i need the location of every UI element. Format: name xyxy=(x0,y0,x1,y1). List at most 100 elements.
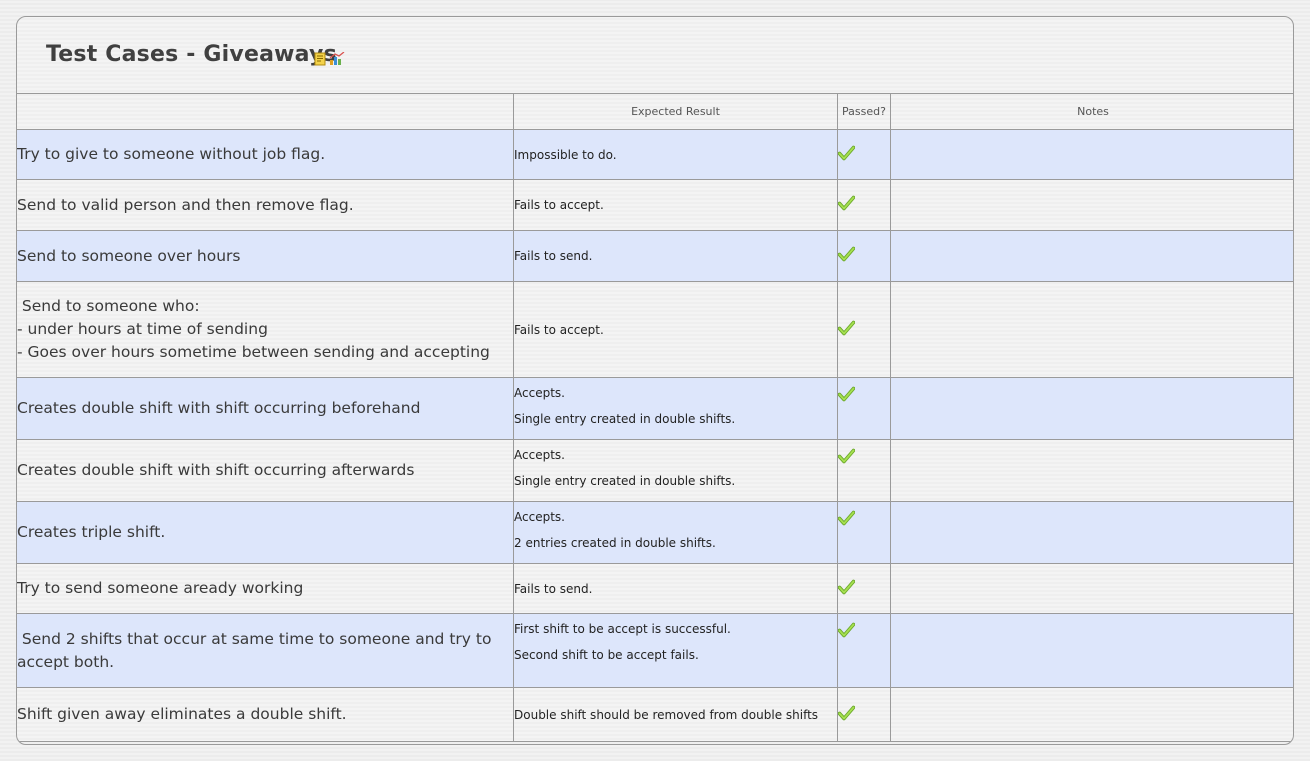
column-header-passed: Passed? xyxy=(837,93,891,130)
passed-cell[interactable] xyxy=(837,377,891,440)
table-row[interactable]: Send to valid person and then remove fla… xyxy=(17,179,1293,231)
expected-result-text: Second shift to be accept fails. xyxy=(514,648,699,662)
title-bar: Test Cases - Giveaways xyxy=(17,17,1293,94)
expected-result-cell[interactable]: Impossible to do. xyxy=(513,129,838,180)
checkmark-icon xyxy=(837,195,856,211)
checkmark-icon xyxy=(837,145,856,161)
test-case-cell[interactable]: Try to give to someone without job flag. xyxy=(17,129,514,180)
expected-result-text: Fails to send. xyxy=(514,249,593,263)
table-row[interactable]: Send to someone who: - under hours at tim… xyxy=(17,281,1293,378)
checkmark-icon xyxy=(837,386,856,402)
table-row[interactable]: Try to give to someone without job flag.… xyxy=(17,129,1293,180)
passed-cell[interactable] xyxy=(837,439,891,502)
passed-cell[interactable] xyxy=(837,129,891,180)
notes-cell[interactable] xyxy=(890,281,1293,378)
test-case-text: - Goes over hours sometime between sendi… xyxy=(17,343,490,361)
expected-result-text: 2 entries created in double shifts. xyxy=(514,536,716,550)
expected-result-cell[interactable]: Accepts. 2 entries created in double shif… xyxy=(513,501,838,564)
test-case-text: Try to give to someone without job flag. xyxy=(17,145,326,163)
table-body: Try to give to someone without job flag.… xyxy=(17,129,1293,742)
expected-result-text: Fails to accept. xyxy=(514,198,604,212)
checkmark-icon xyxy=(837,705,856,721)
table-row[interactable]: Shift given away eliminates a double shi… xyxy=(17,687,1293,742)
notes-cell[interactable] xyxy=(890,377,1293,440)
expected-result-text: Impossible to do. xyxy=(514,147,617,162)
notes-cell[interactable] xyxy=(890,687,1293,742)
test-case-text: Send 2 shifts that occur at same time to… xyxy=(17,629,492,648)
test-cases-panel: Test Cases - Giveaways Expected Result P… xyxy=(16,16,1294,745)
checkmark-icon xyxy=(837,320,856,336)
note-icon[interactable] xyxy=(313,51,327,66)
test-case-cell[interactable]: Send to someone who: - under hours at tim… xyxy=(17,281,514,378)
passed-cell[interactable] xyxy=(837,179,891,231)
test-cases-table: Expected Result Passed? Notes Try to giv… xyxy=(17,93,1293,742)
expected-result-text: Accepts. xyxy=(514,510,565,524)
notes-cell[interactable] xyxy=(890,129,1293,180)
table-row[interactable]: Try to send someone aready working Fails … xyxy=(17,563,1293,614)
passed-cell[interactable] xyxy=(837,501,891,564)
expected-result-cell[interactable]: Accepts. Single entry created in double s… xyxy=(513,439,838,502)
test-case-text: - under hours at time of sending xyxy=(17,320,268,338)
test-case-text: accept both. xyxy=(17,652,115,671)
passed-cell[interactable] xyxy=(837,687,891,742)
test-case-cell[interactable]: Try to send someone aready working xyxy=(17,563,514,614)
table-row[interactable]: Creates double shift with shift occurrin… xyxy=(17,439,1293,502)
expected-result-text: First shift to be accept is successful. xyxy=(514,622,731,636)
table-row[interactable]: Send 2 shifts that occur at same time to… xyxy=(17,613,1293,688)
notes-cell[interactable] xyxy=(890,501,1293,564)
test-case-cell[interactable]: Shift given away eliminates a double shi… xyxy=(17,687,514,742)
passed-cell[interactable] xyxy=(837,230,891,282)
checkmark-icon xyxy=(837,622,856,638)
expected-result-text: Single entry created in double shifts. xyxy=(514,474,736,488)
checkmark-icon xyxy=(837,246,856,262)
expected-result-text: Accepts. xyxy=(514,386,565,400)
expected-result-cell[interactable]: Accepts. Single entry created in double s… xyxy=(513,377,838,440)
expected-result-text: Single entry created in double shifts. xyxy=(514,412,736,426)
expected-result-cell[interactable]: Double shift should be removed from doub… xyxy=(513,687,838,742)
table-header-row: Expected Result Passed? Notes xyxy=(17,93,1293,130)
passed-cell[interactable] xyxy=(837,613,891,688)
checkmark-icon xyxy=(837,448,856,464)
passed-cell[interactable] xyxy=(837,563,891,614)
test-case-text: Send to valid person and then remove fla… xyxy=(17,195,354,214)
expected-result-cell[interactable]: First shift to be accept is successful. S… xyxy=(513,613,838,688)
expected-result-cell[interactable]: Fails to send. xyxy=(513,563,838,614)
test-case-text: Creates double shift with shift occurrin… xyxy=(17,399,421,417)
checkmark-icon xyxy=(837,579,856,595)
page-title: Test Cases - Giveaways xyxy=(46,42,337,67)
table-row[interactable]: Send to someone over hours Fails to send. xyxy=(17,230,1293,282)
test-case-cell[interactable]: Creates double shift with shift occurrin… xyxy=(17,439,514,502)
notes-cell[interactable] xyxy=(890,613,1293,688)
table-row[interactable]: Creates double shift with shift occurrin… xyxy=(17,377,1293,440)
table-row[interactable]: Creates triple shift. Accepts. 2 entries c… xyxy=(17,501,1293,564)
test-case-text: Send to someone over hours xyxy=(17,246,241,265)
test-case-cell[interactable]: Creates double shift with shift occurrin… xyxy=(17,377,514,440)
expected-result-cell[interactable]: Fails to accept. xyxy=(513,179,838,231)
chart-icon[interactable] xyxy=(329,51,345,65)
test-case-text: Creates double shift with shift occurrin… xyxy=(17,461,415,479)
expected-result-cell[interactable]: Fails to accept. xyxy=(513,281,838,378)
expected-result-cell[interactable]: Fails to send. xyxy=(513,230,838,282)
notes-cell[interactable] xyxy=(890,179,1293,231)
expected-result-text: Accepts. xyxy=(514,448,565,462)
test-case-text: Send to someone who: xyxy=(17,297,200,315)
test-case-cell[interactable]: Creates triple shift. xyxy=(17,501,514,564)
column-header-notes: Notes xyxy=(890,93,1293,130)
test-case-text: Creates triple shift. xyxy=(17,523,166,541)
expected-result-text: Fails to send. xyxy=(514,581,593,596)
test-case-cell[interactable]: Send to someone over hours xyxy=(17,230,514,282)
notes-cell[interactable] xyxy=(890,439,1293,502)
column-header-expected: Expected Result xyxy=(513,93,838,130)
title-icons xyxy=(313,50,345,66)
test-case-text: Try to send someone aready working xyxy=(17,579,304,597)
test-case-cell[interactable]: Send 2 shifts that occur at same time to… xyxy=(17,613,514,688)
expected-result-text: Fails to accept. xyxy=(514,322,604,337)
passed-cell[interactable] xyxy=(837,281,891,378)
checkmark-icon xyxy=(837,510,856,526)
test-case-text: Shift given away eliminates a double shi… xyxy=(17,705,347,723)
notes-cell[interactable] xyxy=(890,563,1293,614)
notes-cell[interactable] xyxy=(890,230,1293,282)
expected-result-text: Double shift should be removed from doub… xyxy=(514,707,819,722)
test-case-cell[interactable]: Send to valid person and then remove fla… xyxy=(17,179,514,231)
column-header-case xyxy=(17,93,514,130)
